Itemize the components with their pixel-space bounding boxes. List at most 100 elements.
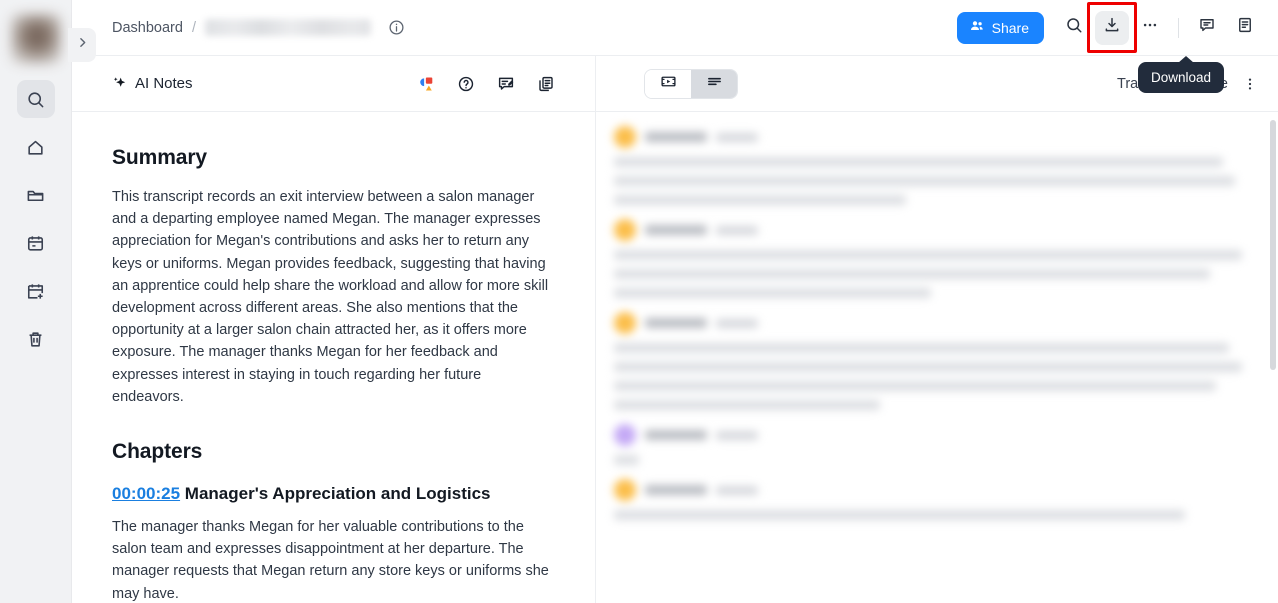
transcript-entry[interactable] <box>614 479 1248 520</box>
sidebar-item-calendar-add[interactable] <box>17 272 55 310</box>
transcript-line <box>614 455 640 465</box>
speaker-name <box>645 132 707 142</box>
page-title: AI Notes <box>135 75 193 92</box>
transcript-line <box>614 343 1229 353</box>
share-button[interactable]: Share <box>956 11 1044 44</box>
download-tooltip: Download <box>1138 56 1225 93</box>
transcript-entry[interactable] <box>614 424 1248 465</box>
more-horizontal-icon <box>1141 16 1159 39</box>
transcript-entry[interactable] <box>614 312 1248 410</box>
trash-icon <box>26 330 45 349</box>
speaker-name <box>645 485 707 495</box>
ai-notes-content: Summary This transcript records an exit … <box>72 112 595 603</box>
sidebar-item-home[interactable] <box>17 128 55 166</box>
info-circle-icon[interactable] <box>388 19 405 36</box>
calendar-icon <box>26 234 45 253</box>
avatar[interactable] <box>10 14 61 64</box>
transcript-line <box>614 400 881 410</box>
speaker-name <box>645 430 707 440</box>
transcript-entry[interactable] <box>614 126 1248 205</box>
chapter-body: The manager thanks Megan for her valuabl… <box>112 519 549 602</box>
summary-heading: Summary <box>112 146 208 169</box>
top-bar-actions: Share <box>956 1 1262 53</box>
download-icon <box>1103 16 1121 39</box>
entry-timestamp <box>716 485 758 495</box>
breadcrumb-separator: / <box>191 19 196 36</box>
sidebar-item-trash[interactable] <box>17 320 55 358</box>
entry-timestamp <box>716 430 758 440</box>
entry-timestamp <box>716 132 758 142</box>
breadcrumb-current-title[interactable] <box>204 19 371 36</box>
summary-text: This transcript records an exit intervie… <box>112 189 549 405</box>
left-sidebar <box>0 0 72 603</box>
entry-timestamp <box>716 318 758 328</box>
tab-text-view[interactable] <box>691 69 737 98</box>
speaker-avatar <box>614 479 636 501</box>
search-icon <box>26 90 45 109</box>
breadcrumb-dashboard[interactable]: Dashboard <box>112 20 183 36</box>
shapes-icon[interactable] <box>417 75 435 93</box>
kebab-menu-icon[interactable] <box>1242 76 1258 92</box>
transcript-line <box>614 195 906 205</box>
chapter-item: 00:00:25 Manager's Appreciation and Logi… <box>112 484 555 603</box>
search-icon <box>1065 16 1083 39</box>
chapter-timestamp-link[interactable]: 00:00:25 <box>112 484 180 503</box>
chapters-heading: Chapters <box>112 440 203 464</box>
help-circle-icon[interactable] <box>457 75 475 93</box>
sidebar-item-calendar[interactable] <box>17 224 55 262</box>
chapter-title: Manager's Appreciation and Logistics <box>184 484 491 504</box>
speaker-avatar <box>614 312 636 334</box>
transcript-line <box>614 510 1185 520</box>
search-button[interactable] <box>1057 11 1091 45</box>
download-button[interactable] <box>1095 10 1129 45</box>
main-area: Dashboard / Share Download AI Notes Summ… <box>72 0 1278 603</box>
comments-button[interactable] <box>1190 11 1224 45</box>
notes-icon <box>1236 16 1254 39</box>
transcript-list <box>596 112 1278 603</box>
transcript-line <box>614 381 1217 391</box>
view-toggle-group <box>644 68 738 99</box>
transcript-entry-header <box>614 424 1248 446</box>
transcript-panel: Transcript More <box>596 56 1278 603</box>
text-view-icon <box>706 73 723 95</box>
chapter-title-row: 00:00:25 Manager's Appreciation and Logi… <box>112 484 555 504</box>
transcript-line <box>614 288 931 298</box>
edit-note-icon[interactable] <box>497 75 515 93</box>
sidebar-expand-button[interactable] <box>68 28 96 62</box>
transcript-line <box>614 362 1242 372</box>
content-split: AI Notes Summary This transcript records… <box>72 56 1278 603</box>
sidebar-item-folder[interactable] <box>17 176 55 214</box>
speaker-avatar <box>614 126 636 148</box>
chevron-right-icon <box>76 36 89 54</box>
speaker-avatar <box>614 424 636 446</box>
top-bar: Dashboard / Share <box>72 0 1278 56</box>
calendar-add-icon <box>26 282 45 301</box>
download-button-wrapper <box>1087 1 1137 53</box>
transcript-line <box>614 176 1236 186</box>
speaker-name <box>645 318 707 328</box>
transcript-entry-header <box>614 219 1248 241</box>
transcript-scrollbar[interactable] <box>1270 120 1276 370</box>
speaker-avatar <box>614 219 636 241</box>
sidebar-item-search[interactable] <box>16 80 55 118</box>
ai-notes-title-group: AI Notes <box>112 75 193 92</box>
notes-button[interactable] <box>1228 11 1262 45</box>
comment-icon <box>1198 16 1216 39</box>
transcript-line <box>614 250 1242 260</box>
sparkle-icon <box>112 76 128 92</box>
transcript-entry-header <box>614 126 1248 148</box>
entry-timestamp <box>716 225 758 235</box>
tab-video-view[interactable] <box>645 69 691 98</box>
breadcrumb: Dashboard / <box>112 19 405 36</box>
ai-notes-actions <box>417 75 555 93</box>
more-options-button[interactable] <box>1133 11 1167 45</box>
home-icon <box>26 138 45 157</box>
transcript-entry[interactable] <box>614 219 1248 298</box>
transcript-line <box>614 157 1223 167</box>
copy-icon[interactable] <box>537 75 555 93</box>
folder-icon <box>26 186 45 205</box>
ai-notes-panel: AI Notes Summary This transcript records… <box>72 56 596 603</box>
transcript-entry-header <box>614 479 1248 501</box>
transcript-entry-header <box>614 312 1248 334</box>
video-view-icon <box>660 73 677 95</box>
